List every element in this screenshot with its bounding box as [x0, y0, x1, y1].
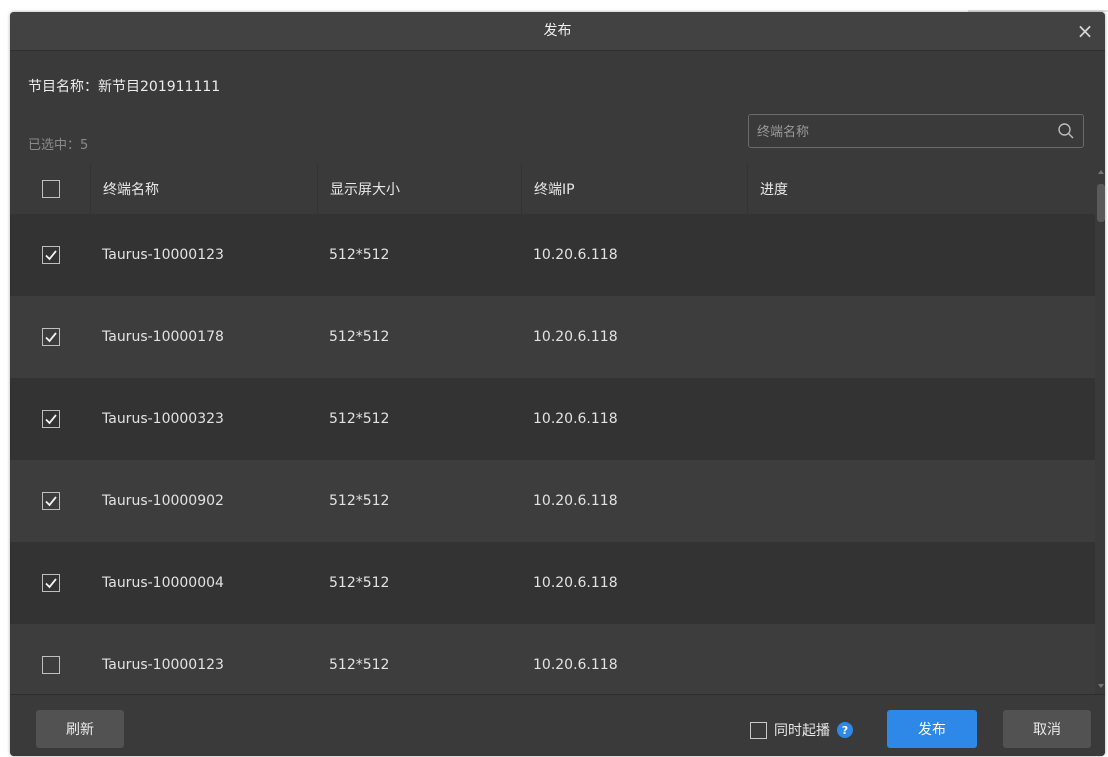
- scroll-up-arrow-icon[interactable]: [1098, 170, 1104, 174]
- row-checkbox[interactable]: [42, 656, 60, 674]
- terminal-ip-cell: 10.20.6.118: [533, 411, 618, 427]
- terminal-name-cell: Taurus-10000004: [102, 575, 224, 591]
- row-checkbox-cell: [10, 296, 90, 378]
- cancel-button[interactable]: 取消: [1003, 710, 1091, 748]
- sync-play-checkbox[interactable]: [750, 721, 767, 739]
- header-screen-size[interactable]: 显示屏大小: [317, 164, 521, 214]
- row-checkbox-cell: [10, 378, 90, 460]
- row-checkbox[interactable]: [42, 246, 60, 264]
- checkmark-icon: [45, 578, 57, 589]
- search-icon[interactable]: [1057, 122, 1075, 140]
- checkmark-icon: [45, 414, 57, 425]
- scrollbar-thumb[interactable]: [1097, 184, 1105, 222]
- checkmark-icon: [45, 250, 57, 261]
- screen-size-cell: 512*512: [329, 329, 390, 345]
- dialog-footer: 刷新 同时起播 ? 发布 取消: [10, 694, 1105, 756]
- row-checkbox-cell: [10, 542, 90, 624]
- screen-size-cell: 512*512: [329, 575, 390, 591]
- scroll-down-arrow-icon[interactable]: [1098, 684, 1104, 688]
- search-input[interactable]: [755, 115, 1049, 149]
- publish-button[interactable]: 发布: [887, 710, 977, 748]
- table-row[interactable]: Taurus-10000323 512*512 10.20.6.118: [10, 378, 1095, 460]
- table-header: 终端名称 显示屏大小 终端IP 进度: [10, 164, 1095, 214]
- sync-play-label: 同时起播: [774, 723, 830, 739]
- terminal-ip-cell: 10.20.6.118: [533, 247, 618, 263]
- refresh-button[interactable]: 刷新: [36, 710, 124, 748]
- terminal-name-cell: Taurus-10000123: [102, 657, 224, 673]
- publish-dialog: 发布 × 节目名称：新节目201911111 已选中：5 终端名称 显示屏大小 …: [10, 12, 1105, 756]
- checkmark-icon: [45, 332, 57, 343]
- table-row[interactable]: Taurus-10000123 512*512 10.20.6.118: [10, 624, 1095, 694]
- help-icon[interactable]: ?: [837, 722, 853, 738]
- progress-cell: [747, 378, 1095, 460]
- terminal-ip-cell: 10.20.6.118: [533, 575, 618, 591]
- row-checkbox[interactable]: [42, 410, 60, 428]
- table-row[interactable]: Taurus-10000902 512*512 10.20.6.118: [10, 460, 1095, 542]
- progress-cell: [747, 624, 1095, 694]
- table-row[interactable]: Taurus-10000123 512*512 10.20.6.118: [10, 214, 1095, 296]
- sync-play-option[interactable]: 同时起播 ?: [750, 720, 853, 740]
- progress-cell: [747, 296, 1095, 378]
- dialog-titlebar: 发布 ×: [10, 12, 1105, 51]
- terminal-table: 终端名称 显示屏大小 终端IP 进度 Taurus-10000123 512*5…: [10, 164, 1095, 694]
- progress-cell: [747, 214, 1095, 296]
- row-checkbox-cell: [10, 460, 90, 542]
- terminal-name-cell: Taurus-10000123: [102, 247, 224, 263]
- terminal-search-box[interactable]: [748, 114, 1084, 149]
- row-checkbox-cell: [10, 214, 90, 296]
- select-all-checkbox[interactable]: [42, 180, 60, 198]
- table-row[interactable]: Taurus-10000178 512*512 10.20.6.118: [10, 296, 1095, 378]
- terminal-name-cell: Taurus-10000323: [102, 411, 224, 427]
- header-progress[interactable]: 进度: [747, 164, 1095, 214]
- terminal-name-cell: Taurus-10000902: [102, 493, 224, 509]
- close-icon[interactable]: ×: [1075, 21, 1095, 41]
- dialog-title: 发布: [543, 23, 572, 39]
- row-checkbox[interactable]: [42, 574, 60, 592]
- screen-size-cell: 512*512: [329, 247, 390, 263]
- row-checkbox-cell: [10, 624, 90, 694]
- progress-cell: [747, 460, 1095, 542]
- screen-size-cell: 512*512: [329, 411, 390, 427]
- table-scrollbar[interactable]: [1095, 164, 1105, 694]
- terminal-ip-cell: 10.20.6.118: [533, 493, 618, 509]
- selected-count-label: 已选中：5: [28, 138, 89, 153]
- terminal-name-cell: Taurus-10000178: [102, 329, 224, 345]
- checkmark-icon: [45, 496, 57, 507]
- screen-size-cell: 512*512: [329, 657, 390, 673]
- progress-cell: [747, 542, 1095, 624]
- terminal-ip-cell: 10.20.6.118: [533, 657, 618, 673]
- program-name-label: 节目名称：新节目201911111: [28, 79, 221, 95]
- screen-size-cell: 512*512: [329, 493, 390, 509]
- terminal-ip-cell: 10.20.6.118: [533, 329, 618, 345]
- header-checkbox-cell: [10, 164, 90, 214]
- header-terminal-name[interactable]: 终端名称: [90, 164, 317, 214]
- row-checkbox[interactable]: [42, 492, 60, 510]
- row-checkbox[interactable]: [42, 328, 60, 346]
- header-terminal-ip[interactable]: 终端IP: [521, 164, 747, 214]
- table-row[interactable]: Taurus-10000004 512*512 10.20.6.118: [10, 542, 1095, 624]
